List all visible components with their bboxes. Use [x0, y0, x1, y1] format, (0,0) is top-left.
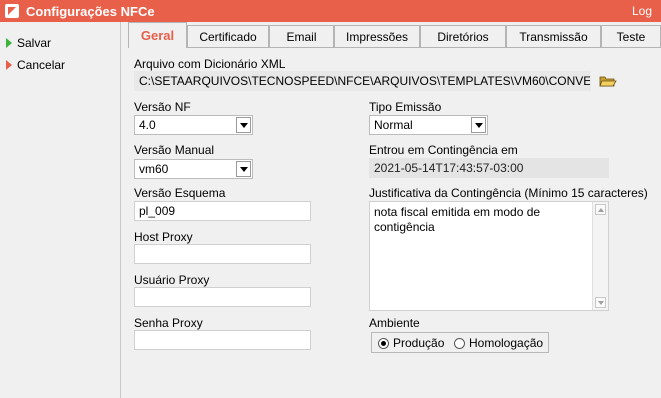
tab-teste[interactable]: Teste	[601, 25, 661, 47]
usuario-proxy-label: Usuário Proxy	[134, 273, 210, 287]
scroll-up-icon[interactable]	[595, 204, 606, 215]
senha-proxy-field[interactable]	[134, 330, 311, 350]
tab-bar: Geral Certificado Email Impressões Diret…	[128, 22, 661, 48]
cancel-button-label: Cancelar	[17, 58, 66, 72]
chevron-down-icon	[236, 117, 251, 133]
contingencia-field: 2021-05-14T17:43:57-03:00	[369, 158, 609, 178]
versao-nf-value: 4.0	[139, 118, 156, 132]
tipo-emissao-select[interactable]: Normal	[369, 115, 488, 135]
versao-nf-select[interactable]: 4.0	[134, 115, 253, 135]
open-folder-icon[interactable]	[599, 74, 617, 88]
red-arrow-icon	[6, 60, 12, 70]
justificativa-scrollbar[interactable]	[592, 202, 608, 310]
tipo-emissao-value: Normal	[374, 118, 413, 132]
xml-dict-field[interactable]: C:\SETAARQUIVOS\TECNOSPEED\NFCE\ARQUIVOS…	[134, 71, 591, 91]
window-title: Configurações NFCe	[26, 4, 155, 19]
tab-certificado[interactable]: Certificado	[187, 25, 269, 47]
cancel-button[interactable]: Cancelar	[6, 57, 65, 73]
tab-geral[interactable]: Geral	[128, 22, 187, 48]
tab-transmissao[interactable]: Transmissão	[506, 25, 601, 47]
scroll-down-icon[interactable]	[595, 297, 606, 308]
versao-esquema-label: Versão Esquema	[134, 186, 226, 200]
xml-dict-label: Arquivo com Dicionário XML	[134, 57, 286, 71]
content-area: Geral Certificado Email Impressões Diret…	[122, 22, 661, 398]
justificativa-label: Justificativa da Contingência (Mínimo 15…	[369, 186, 648, 200]
senha-proxy-label: Senha Proxy	[134, 316, 203, 330]
ambiente-label: Ambiente	[369, 316, 420, 330]
tipo-emissao-label: Tipo Emissão	[369, 100, 442, 114]
host-proxy-label: Host Proxy	[134, 230, 193, 244]
title-bar: Configurações NFCe Log	[0, 0, 661, 22]
host-proxy-field[interactable]	[134, 244, 311, 264]
versao-manual-select[interactable]: vm60	[134, 159, 253, 179]
radio-producao-label: Produção	[393, 336, 445, 350]
save-button[interactable]: Salvar	[6, 35, 51, 51]
chevron-down-icon	[236, 161, 251, 177]
save-button-label: Salvar	[17, 36, 52, 50]
tab-diretorios[interactable]: Diretórios	[420, 25, 506, 47]
tab-impressoes[interactable]: Impressões	[334, 25, 420, 47]
sidebar: Salvar Cancelar	[0, 22, 121, 398]
radio-homologacao[interactable]: Homologação	[454, 336, 543, 350]
versao-esquema-field[interactable]: pl_009	[134, 201, 311, 221]
ambiente-radio-group: Produção Homologação	[371, 332, 549, 353]
tab-divider	[128, 47, 661, 48]
chevron-down-icon	[471, 117, 486, 133]
app-logo-icon	[5, 4, 19, 18]
contingencia-label: Entrou em Contingência em	[369, 143, 518, 157]
radio-homologacao-label: Homologação	[469, 336, 544, 350]
green-arrow-icon	[6, 38, 12, 48]
radio-selected-icon	[378, 337, 389, 349]
versao-nf-label: Versão NF	[134, 100, 191, 114]
radio-producao[interactable]: Produção	[378, 336, 444, 350]
versao-manual-value: vm60	[139, 162, 169, 176]
usuario-proxy-field[interactable]	[134, 287, 311, 307]
log-link[interactable]: Log	[632, 4, 652, 18]
tab-email[interactable]: Email	[269, 25, 334, 47]
versao-manual-label: Versão Manual	[134, 143, 215, 157]
justificativa-textarea[interactable]: nota fiscal emitida em modo de contigênc…	[369, 201, 609, 311]
radio-unselected-icon	[454, 337, 465, 349]
